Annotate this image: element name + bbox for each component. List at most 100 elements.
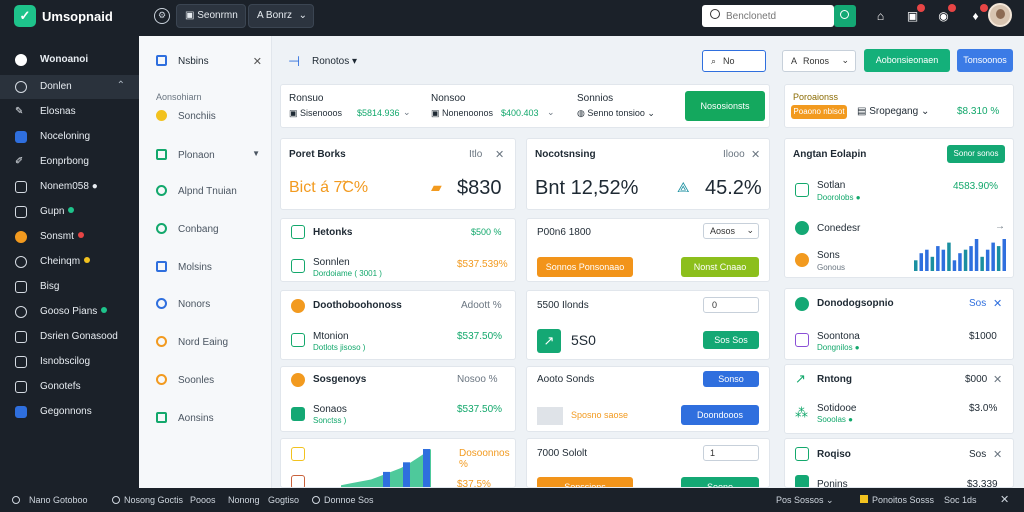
nav2-item-9[interactable]: Aonsins — [139, 409, 272, 429]
folder-icon — [15, 131, 27, 143]
summary-group1-select[interactable]: ▣ Sisenooos — [289, 108, 342, 119]
primary-green-button[interactable]: Aobonsieonaen — [864, 49, 950, 72]
footer-item-4[interactable]: Nonong — [228, 495, 260, 505]
right-list-card-1: Donodogsopnio Sos ✕ Soontona Dongnilos ●… — [784, 288, 1014, 360]
search-button[interactable] — [834, 5, 856, 27]
sidebar-item-13[interactable]: Gonotefs — [0, 375, 139, 399]
sidebar-item-label: Elosnas — [40, 106, 76, 117]
refresh-icon — [15, 306, 27, 318]
close-icon[interactable]: ✕ — [993, 373, 1002, 386]
footer-right-3[interactable]: Soc 1ds — [944, 495, 977, 505]
sidebar-item-4[interactable]: ✐ Eonprbong — [0, 150, 139, 174]
sidebar-item-label: Gegonnons — [40, 406, 92, 417]
sidebar-item-2[interactable]: ✎ Elosnas — [0, 100, 139, 124]
list2-select-value: Aosos — [710, 226, 736, 236]
summary-action-button[interactable]: Nososionsts — [685, 91, 765, 121]
primary-blue-button[interactable]: Tonsoonos — [957, 49, 1013, 72]
footer-item-5[interactable]: Gogtiso — [268, 495, 299, 505]
bottom-card-2: 7000 Sololt 1 Sonssions Soono — [526, 438, 770, 488]
card1-big-right: $830 — [457, 177, 502, 199]
toolbar-menu[interactable]: A Ronos ⌄ — [782, 50, 856, 72]
top-button-2[interactable]: A Bonrz ⌄ — [248, 4, 314, 28]
footer-item-3[interactable]: Pooos — [190, 495, 216, 505]
trend-icon: ↗ — [795, 371, 806, 386]
right-summary-tag[interactable]: Poaono nbisot — [791, 105, 847, 119]
sidebar-item-1[interactable]: Donlen ⌃ — [0, 75, 139, 99]
list4-button[interactable]: Sos Sos — [703, 331, 759, 349]
list4-select[interactable]: 0 — [703, 297, 759, 313]
avatar[interactable] — [988, 3, 1012, 27]
nav2-item-7[interactable]: Nord Eaing — [139, 333, 272, 353]
gear-icon[interactable]: ⚙ — [154, 8, 170, 24]
sidebar-item-label: Gupn — [40, 206, 75, 217]
top-button-1[interactable]: ▣ Seonrmn — [176, 4, 246, 28]
activity-bar — [925, 249, 929, 271]
card2-title: Nocotsnsing — [535, 149, 596, 160]
sidebar-item-3[interactable]: Noceloning — [0, 125, 139, 149]
list6-button[interactable]: Sonso — [703, 371, 759, 387]
close-icon[interactable]: ✕ — [993, 448, 1002, 461]
bag-icon[interactable]: ▣ — [905, 4, 925, 24]
nav2-item-4[interactable]: Conbang — [139, 220, 272, 240]
close-icon[interactable]: ✕ — [751, 148, 760, 161]
summary-group3-select[interactable]: ◍ Senno tonsioo ⌄ — [577, 108, 655, 119]
close-icon[interactable]: ✕ — [495, 148, 504, 161]
area-bar — [423, 449, 430, 487]
sidebar-item-5[interactable]: Nonem058 ● — [0, 175, 139, 199]
sidebar-item-label: Dsrien Gonasood — [40, 331, 118, 342]
footer-item-1[interactable]: Nano Gotoboo — [12, 495, 88, 505]
nav2-item-6[interactable]: Nonors — [139, 295, 272, 315]
close-icon[interactable]: ✕ — [993, 297, 1002, 310]
sidebar-header-label: Wonoanoi — [40, 54, 89, 65]
bottom-select[interactable]: 1 — [703, 445, 759, 461]
sidebar-item-7[interactable]: Sonsmt — [0, 225, 139, 249]
right-summary-menu[interactable]: ▤ Sropegang ⌄ — [857, 106, 929, 117]
nav2-item-2[interactable]: Plonaon ▼ — [139, 146, 272, 166]
activity-bar — [974, 239, 979, 271]
sidebar-item-8[interactable]: Cheinqm — [0, 250, 139, 274]
bottom-value1: $37.5% — [457, 479, 491, 488]
list2-orange-button[interactable]: Sonnos Ponsonaao — [537, 257, 633, 277]
close-icon[interactable]: ✕ — [253, 55, 262, 68]
nav2-item-3[interactable]: Alpnd Tnuian — [139, 182, 272, 202]
close-icon[interactable]: ✕ — [1000, 493, 1009, 506]
footer-item-6[interactable]: Donnoe Sos — [312, 495, 374, 505]
card3-button[interactable]: Sonor sonos — [947, 145, 1005, 163]
bottom-row-title: Ponins — [817, 479, 848, 488]
top-button-1-label: Seonrmn — [197, 10, 238, 21]
toolbar-title[interactable]: Ronotos ▾ — [312, 56, 357, 67]
sidebar-item-9[interactable]: Bisg — [0, 275, 139, 299]
folder-icon — [291, 447, 305, 461]
activity-bar — [941, 249, 946, 271]
nav2-item-8[interactable]: Soonles — [139, 371, 272, 391]
bottom-green-button[interactable]: Soono — [681, 477, 759, 487]
list2-select[interactable]: Aosos ⌄ — [703, 223, 759, 239]
sidebar-item-14[interactable]: Gegonnons — [0, 400, 139, 424]
footer-item-label: Nano Gotoboo — [29, 495, 88, 505]
nav2-item-5[interactable]: Molsins — [139, 258, 272, 278]
sidebar-item-12[interactable]: Isnobscilog — [0, 350, 139, 374]
list6-blue-button[interactable]: Doondooos — [681, 405, 759, 425]
bottom-orange-button[interactable]: Sonssions — [537, 477, 633, 487]
toolbar-select[interactable]: ⌕ No — [702, 50, 766, 72]
list-card-3: Doothoboohonoss Adoott % Mtonion Dotlots… — [280, 290, 516, 360]
home-icon[interactable]: ⌂ — [873, 8, 888, 24]
notification-icon[interactable]: ◉ — [936, 4, 956, 24]
list2-olive-button[interactable]: Nonst Cnaao — [681, 257, 759, 277]
card1-big-left: Bict á 7̃C% — [289, 179, 369, 196]
sidebar-item-11[interactable]: Dsrien Gonasood — [0, 325, 139, 349]
bell-icon[interactable]: ♦ — [968, 4, 988, 24]
sidebar-item-label: Noceloning — [40, 131, 91, 142]
summary-group2-select[interactable]: ▣ Nonenoonos — [431, 108, 493, 119]
footer-right-2[interactable]: Ponoitos Sosss — [860, 495, 934, 505]
grid-icon: ▣ — [185, 10, 198, 21]
sidebar-item-6[interactable]: Gupn — [0, 200, 139, 224]
footer-item-2[interactable]: Nosong Goctis — [112, 495, 183, 505]
nav2-item-1[interactable]: Sonchiis — [139, 107, 272, 127]
nav2-title: Nsbins ✕ — [139, 52, 272, 72]
chat-icon — [15, 331, 27, 343]
search-input[interactable] — [726, 10, 830, 22]
area-bar — [383, 471, 390, 487]
footer-right-1[interactable]: Pos Sossos ⌄ — [776, 495, 834, 506]
sidebar-item-10[interactable]: Gooso Pians — [0, 300, 139, 324]
